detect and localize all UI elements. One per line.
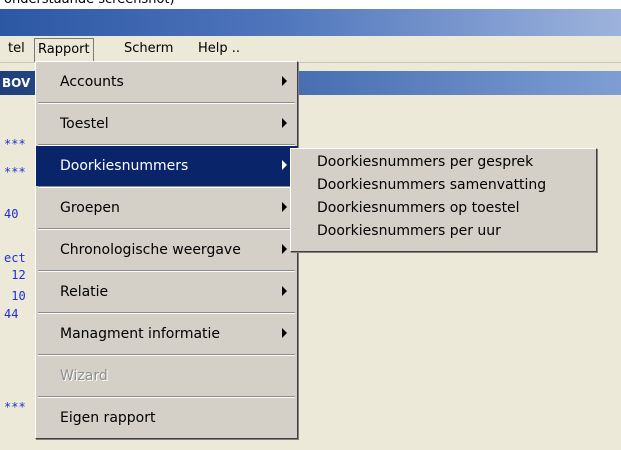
document-line: *** [4, 400, 26, 414]
document-line: *** [4, 137, 26, 151]
menu-item-scherm[interactable]: Scherm [122, 39, 175, 59]
document-line: 40 [4, 207, 19, 221]
menu-item-label: Doorkiesnummers [60, 158, 189, 174]
submenu-item-op-toestel[interactable]: Doorkiesnummers op toestel [291, 197, 596, 220]
menu-item-eigen-rapport[interactable]: Eigen rapport [36, 398, 297, 438]
menu-item-relatie[interactable]: Relatie [36, 272, 297, 312]
document-line: 12 [4, 268, 26, 282]
submenu-arrow-icon [282, 244, 287, 254]
menu-item-help[interactable]: Help .. [196, 39, 242, 59]
menu-item-label: Eigen rapport [60, 410, 156, 426]
menu-item-label: Toestel [60, 116, 109, 132]
menu-item-label: Relatie [60, 284, 109, 300]
submenu-arrow-icon [282, 328, 287, 338]
submenu-item-samenvatting[interactable]: Doorkiesnummers samenvatting [291, 174, 596, 197]
menu-bar: tel Rapport Scherm Help .. [0, 36, 621, 63]
document-line: *** [4, 165, 26, 179]
menu-item-toestel[interactable]: Toestel [36, 104, 297, 144]
document-line: ect [4, 251, 26, 265]
menu-item-doorkiesnummers[interactable]: Doorkiesnummers [36, 146, 297, 186]
menu-item-label: Accounts [60, 74, 124, 90]
child-window-title: BOV [2, 76, 31, 90]
rapport-dropdown-menu: Accounts Toestel Doorkiesnummers Groepen… [35, 61, 298, 439]
window-titlebar [0, 9, 621, 36]
menu-item-label: Chronologische weergave [60, 242, 241, 258]
menu-item-accounts[interactable]: Accounts [36, 62, 297, 102]
submenu-arrow-icon [282, 286, 287, 296]
menu-item-wizard: Wizard [36, 356, 297, 396]
document-line: 44 [4, 307, 19, 321]
submenu-arrow-icon [282, 118, 287, 128]
menu-item-managment-informatie[interactable]: Managment informatie [36, 314, 297, 354]
submenu-item-per-uur[interactable]: Doorkiesnummers per uur [291, 220, 596, 243]
submenu-arrow-icon [282, 202, 287, 212]
menu-item-groepen[interactable]: Groepen [36, 188, 297, 228]
menu-item-chronologische-weergave[interactable]: Chronologische weergave [36, 230, 297, 270]
document-line: 10 [4, 289, 26, 303]
submenu-arrow-icon [282, 76, 287, 86]
menu-item-label: Groepen [60, 200, 120, 216]
menu-item-label: Managment informatie [60, 326, 221, 342]
menu-item-label: Wizard [60, 368, 108, 384]
doorkiesnummers-submenu: Doorkiesnummers per gesprek Doorkiesnumm… [290, 148, 597, 252]
menu-item-bestand-partial[interactable]: tel [6, 39, 27, 59]
submenu-arrow-icon [282, 160, 287, 170]
caption-text: onderstaande screenshot) [0, 0, 175, 9]
menu-item-rapport[interactable]: Rapport [34, 38, 94, 62]
submenu-item-per-gesprek[interactable]: Doorkiesnummers per gesprek [291, 151, 596, 174]
